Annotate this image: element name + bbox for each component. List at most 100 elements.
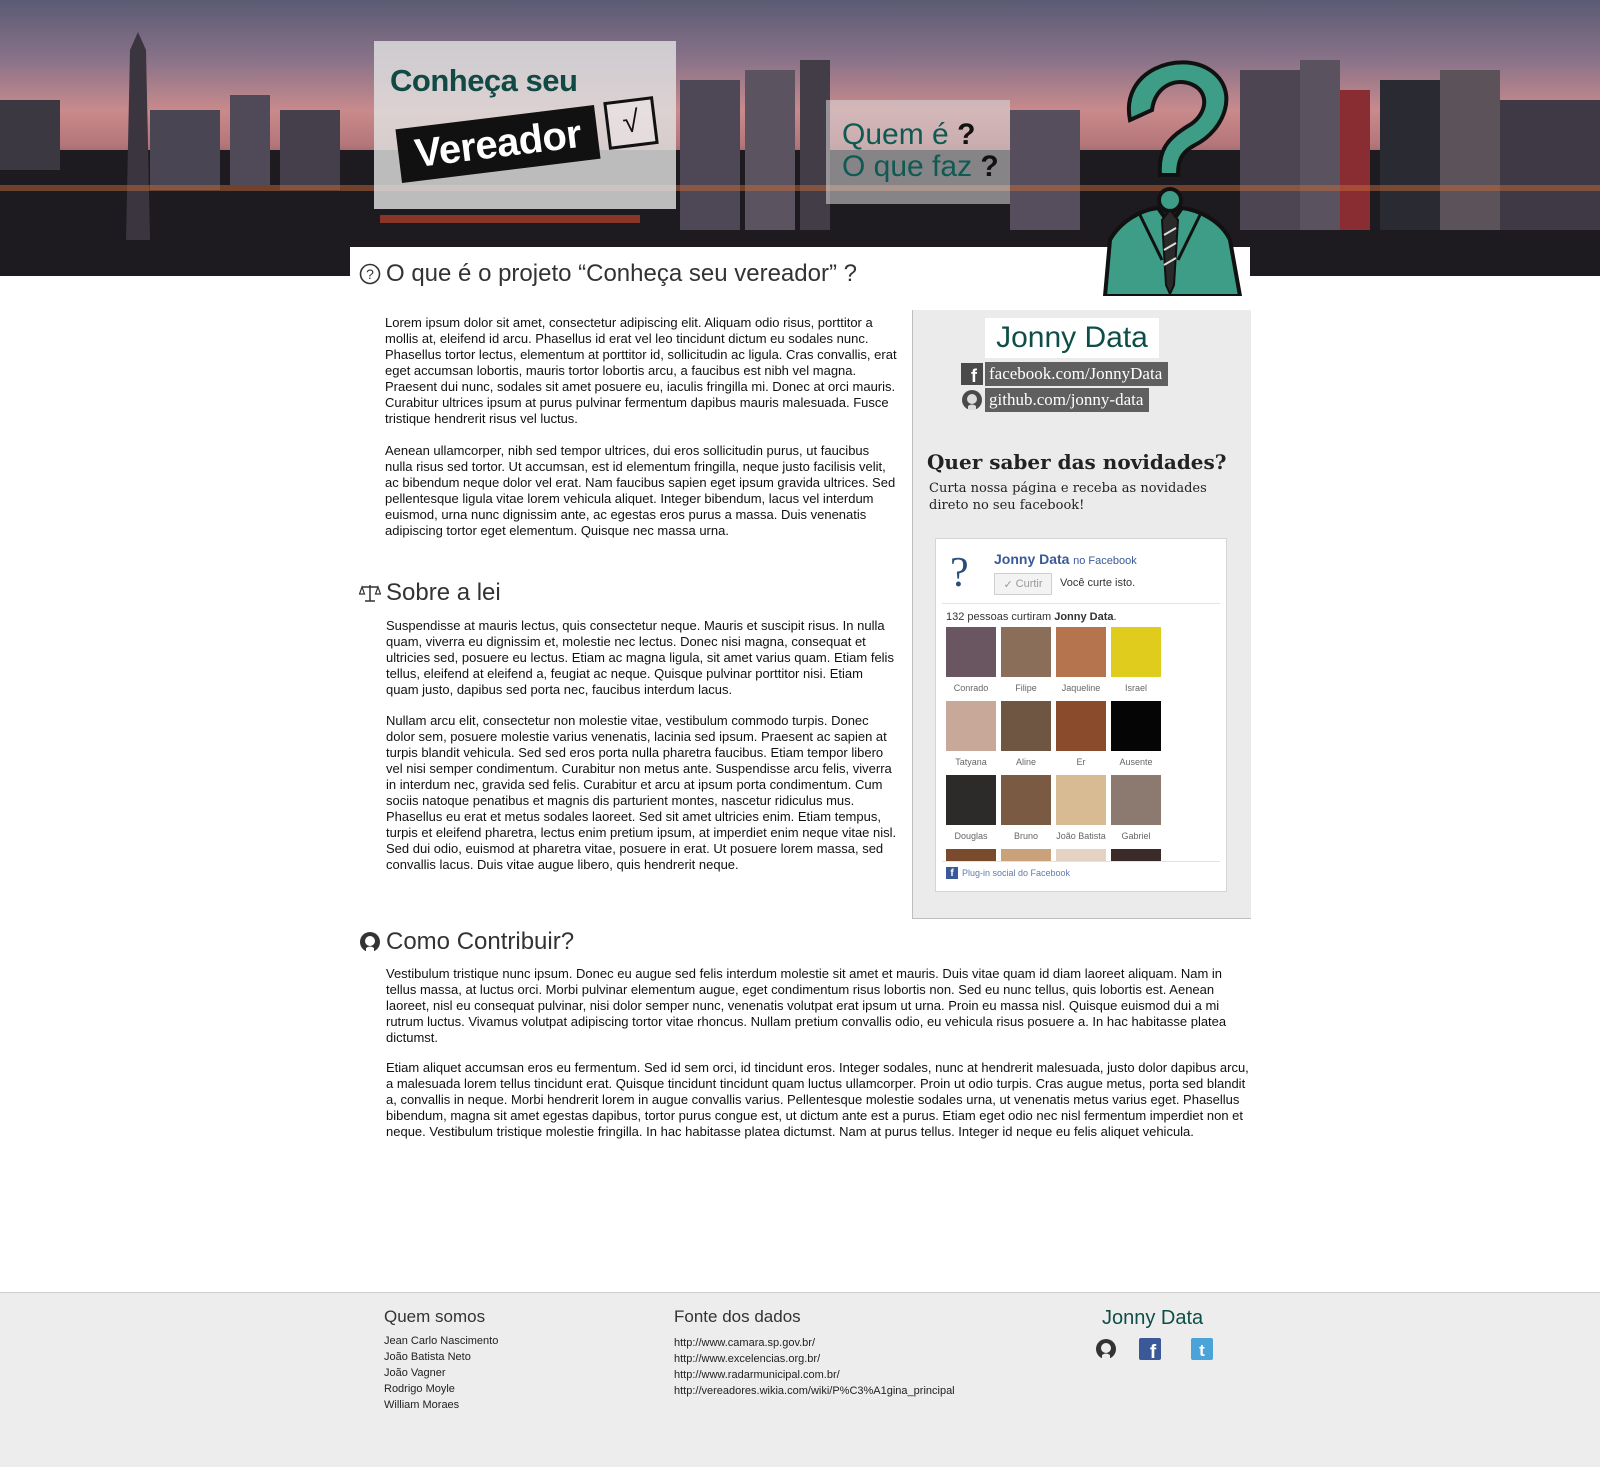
- fan-avatar[interactable]: [1001, 701, 1051, 751]
- fb-plugin-footer[interactable]: f Plug-in social do Facebook: [946, 867, 1070, 879]
- fb-fan-item[interactable]: Aline: [1001, 701, 1051, 775]
- fan-avatar[interactable]: [1111, 627, 1161, 677]
- team-member: Jean Carlo Nascimento: [384, 1335, 499, 1347]
- footer-fonte-title: Fonte dos dados: [674, 1307, 801, 1326]
- site-logo[interactable]: Conheça seu Vereador √: [374, 41, 676, 209]
- fb-fan-item[interactable]: Tatyana: [946, 701, 996, 775]
- fan-name: Jaqueline: [1061, 683, 1101, 693]
- fan-avatar[interactable]: [946, 775, 996, 825]
- fb-page-name[interactable]: Jonny Data: [994, 551, 1069, 567]
- svg-text:f: f: [1150, 1342, 1157, 1360]
- paragraph-contribuir-2: Etiam aliquet accumsan eros eu fermentum…: [386, 1060, 1249, 1139]
- fb-count-prefix: 132 pessoas curtiram: [946, 611, 1055, 623]
- fb-fan-item[interactable]: Jaqueline: [1056, 627, 1106, 701]
- fan-avatar[interactable]: [1056, 627, 1106, 677]
- paragraph-contribuir-1: Vestibulum tristique nunc ipsum. Donec e…: [386, 966, 1227, 1045]
- svg-text:f: f: [971, 366, 978, 385]
- section-heading-lei: Sobre a lei: [358, 579, 501, 607]
- fb-fan-item[interactable]: Israel: [1111, 627, 1161, 701]
- header-banner: Conheça seu Vereador √ Quem é ? O que fa…: [0, 0, 1600, 276]
- divider: [942, 603, 1220, 604]
- tagline-line-2: O que faz ?: [842, 150, 999, 184]
- fan-avatar[interactable]: [946, 627, 996, 677]
- section-heading-contribuir: Como Contribuir?: [358, 928, 574, 956]
- footer-sources-list: http://www.camara.sp.gov.br/ http://www.…: [674, 1335, 955, 1399]
- city-skyline-image: [0, 32, 1600, 276]
- logo-tag-text: Vereador: [412, 111, 584, 176]
- paragraph-projeto-2: Aenean ullamcorper, nibh sed tempor ultr…: [385, 443, 896, 538]
- fb-fan-item[interactable]: Ausente: [1111, 701, 1161, 775]
- fan-avatar[interactable]: [1056, 849, 1106, 861]
- fb-fan-item[interactable]: Gabriel: [1111, 775, 1161, 849]
- twitter-icon[interactable]: t: [1190, 1337, 1214, 1361]
- team-member: Rodrigo Moyle: [384, 1383, 455, 1395]
- fb-fan-item[interactable]: Filipe: [1001, 627, 1051, 701]
- fb-fan-item[interactable]: Er: [1056, 701, 1106, 775]
- fb-fan-item[interactable]: Bruno: [1001, 775, 1051, 849]
- question-circle-icon: ?: [358, 262, 382, 286]
- sidebar-brand-name: Jonny Data: [985, 318, 1159, 358]
- fan-avatar[interactable]: [1001, 627, 1051, 677]
- fan-avatar[interactable]: [1001, 775, 1051, 825]
- fan-avatar[interactable]: [946, 849, 996, 861]
- page-avatar-question-icon[interactable]: ?: [950, 549, 969, 597]
- fb-like-button[interactable]: ✓ Curtir: [994, 573, 1052, 595]
- fan-name: Bruno: [1013, 831, 1039, 841]
- footer: Quem somos Jean Carlo Nascimento João Ba…: [0, 1292, 1600, 1467]
- fb-fan-item[interactable]: João Batista: [1056, 775, 1106, 849]
- footer-brand: Jonny Data: [1102, 1307, 1204, 1329]
- fb-you-like: Você curte isto.: [1060, 577, 1136, 589]
- fan-avatar[interactable]: [946, 701, 996, 751]
- source-link[interactable]: http://www.radarmunicipal.com.br/: [674, 1367, 955, 1383]
- sidebar: Jonny Data f facebook.com/JonnyData gith…: [912, 310, 1251, 919]
- mascot-question-man-icon: [1102, 60, 1243, 296]
- tagline-text-1: Quem é: [842, 118, 949, 151]
- source-link[interactable]: http://vereadores.wikia.com/wiki/P%C3%A1…: [674, 1383, 955, 1399]
- fb-fan-item[interactable]: Conrado: [946, 627, 996, 701]
- fb-fan-item[interactable]: Douglas: [946, 775, 996, 849]
- fan-name: Tatyana: [955, 757, 987, 767]
- fan-avatar[interactable]: [1111, 701, 1161, 751]
- github-icon[interactable]: [1094, 1337, 1118, 1361]
- fb-count-name: Jonny Data: [1054, 611, 1114, 623]
- fb-plugin-label: Plug-in social do Facebook: [962, 868, 1071, 878]
- fan-avatar[interactable]: [1111, 775, 1161, 825]
- tagline-qmark-1: ?: [957, 118, 976, 151]
- fan-name: Ausente: [1119, 757, 1153, 767]
- footer-quem-somos-title: Quem somos: [384, 1307, 486, 1326]
- github-profile-link[interactable]: github.com/jonny-data: [961, 388, 1150, 412]
- github-link-text: github.com/jonny-data: [985, 388, 1150, 412]
- fb-like-label: Curtir: [1015, 578, 1043, 590]
- fan-avatar[interactable]: [1001, 849, 1051, 861]
- tagline-text-2: O que faz: [842, 150, 973, 183]
- fb-fan-count: 132 pessoas curtiram Jonny Data.: [946, 611, 1117, 623]
- tagline-box: Quem é ? O que faz ?: [826, 100, 1010, 204]
- fan-avatar[interactable]: [1056, 701, 1106, 751]
- check-icon: ✓: [1003, 578, 1013, 591]
- facebook-link-text: facebook.com/JonnyData: [985, 362, 1169, 386]
- tagline-line-1: Quem é ?: [842, 118, 975, 152]
- github-icon: [358, 930, 382, 954]
- section-title-projeto: O que é o projeto “Conheça seu vereador”…: [386, 260, 857, 287]
- fan-avatar[interactable]: [1056, 775, 1106, 825]
- newsletter-heading: Quer saber das novidades?: [927, 450, 1227, 474]
- source-link[interactable]: http://www.camara.sp.gov.br/: [674, 1335, 955, 1351]
- facebook-icon[interactable]: f: [1138, 1337, 1162, 1361]
- facebook-profile-link[interactable]: f facebook.com/JonnyData: [961, 362, 1169, 386]
- fb-page-title[interactable]: Jonny Data no Facebook: [994, 551, 1137, 567]
- fb-on-facebook[interactable]: no Facebook: [1073, 555, 1137, 567]
- fan-avatar[interactable]: [1111, 849, 1161, 861]
- footer-team-list: Jean Carlo Nascimento João Batista Neto …: [384, 1333, 498, 1413]
- tagline-qmark-2: ?: [980, 150, 999, 183]
- facebook-icon: f: [946, 867, 958, 879]
- fan-name: Conrado: [953, 683, 989, 693]
- fan-name: Aline: [1015, 757, 1036, 767]
- fan-name: Douglas: [954, 831, 988, 841]
- github-icon: [961, 389, 983, 411]
- facebook-like-box: ? Jonny Data no Facebook ✓ Curtir Você c…: [935, 538, 1227, 892]
- source-link[interactable]: http://www.excelencias.org.br/: [674, 1351, 955, 1367]
- checkbox-icon: √: [603, 96, 659, 150]
- newsletter-subtext: Curta nossa página e receba as novidades…: [929, 481, 1207, 513]
- svg-text:?: ?: [366, 266, 374, 282]
- paragraph-projeto-1: Lorem ipsum dolor sit amet, consectetur …: [385, 315, 897, 426]
